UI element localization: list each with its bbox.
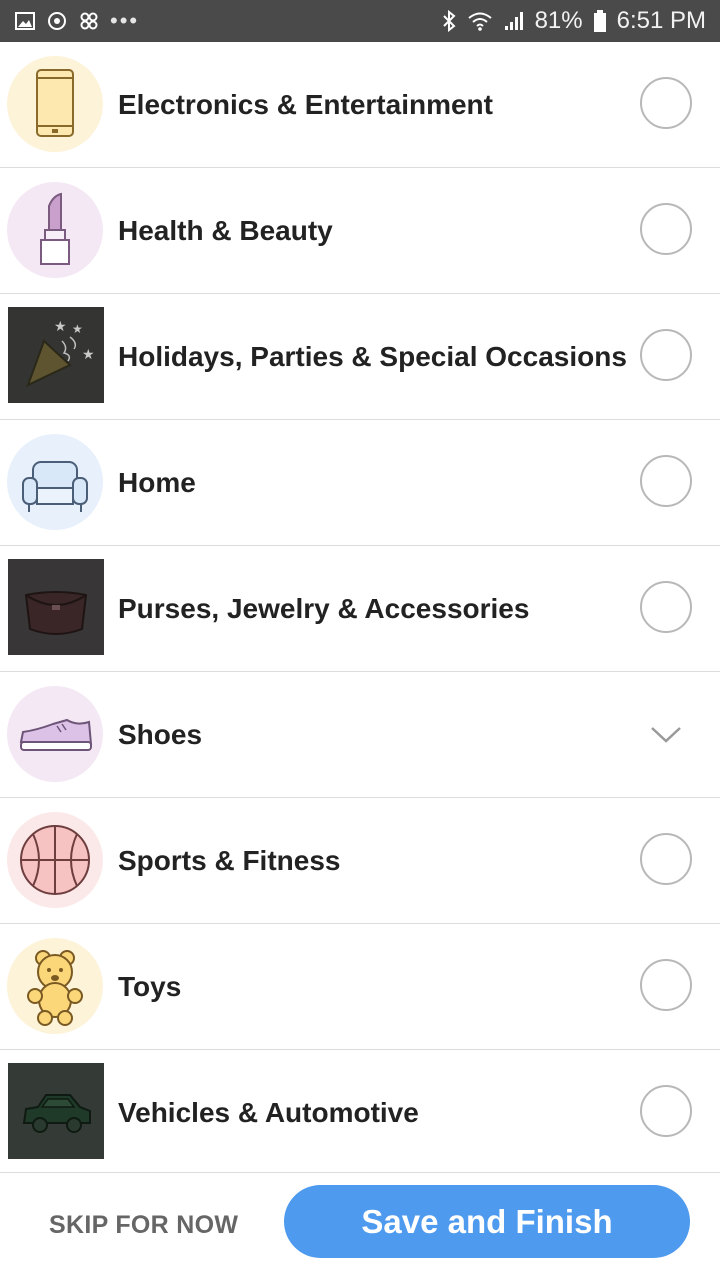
category-row-toys[interactable]: Toys bbox=[0, 924, 720, 1050]
category-label: Sports & Fitness bbox=[118, 845, 341, 876]
basketball-icon bbox=[7, 812, 103, 908]
sync-icon bbox=[48, 12, 66, 30]
category-row-shoes[interactable]: Shoes bbox=[0, 672, 720, 798]
footer-bar: SKIP FOR NOW Save and Finish bbox=[0, 1172, 720, 1281]
status-bar-right: 81% 6:51 PM bbox=[441, 7, 706, 35]
category-label: Health & Beauty bbox=[118, 215, 333, 246]
car-icon bbox=[8, 1063, 104, 1159]
select-radio[interactable] bbox=[640, 203, 692, 255]
category-row-sports[interactable]: Sports & Fitness bbox=[0, 798, 720, 924]
purse-icon bbox=[8, 559, 104, 655]
skip-for-now-button[interactable]: SKIP FOR NOW bbox=[49, 1173, 238, 1277]
select-radio[interactable] bbox=[640, 1085, 692, 1137]
category-label: Purses, Jewelry & Accessories bbox=[118, 593, 530, 624]
save-and-finish-button[interactable]: Save and Finish bbox=[284, 1185, 690, 1258]
category-label: Vehicles & Automotive bbox=[118, 1097, 419, 1128]
more-notifications-indicator: ••• bbox=[110, 8, 140, 33]
smartphone-icon bbox=[7, 56, 103, 152]
teddy-bear-icon bbox=[7, 938, 103, 1034]
svg-text:★: ★ bbox=[54, 319, 67, 335]
category-row-electronics[interactable]: Electronics & Entertainment bbox=[0, 42, 720, 168]
select-radio[interactable] bbox=[640, 581, 692, 633]
gallery-icon bbox=[15, 12, 35, 30]
armchair-icon bbox=[7, 434, 103, 530]
chevron-down-icon[interactable] bbox=[648, 716, 684, 752]
wifi-icon bbox=[467, 12, 492, 31]
party-popper-icon: ★ ★ ★ bbox=[8, 307, 104, 403]
status-bar-left: ••• bbox=[14, 8, 139, 34]
category-label: Shoes bbox=[118, 719, 203, 750]
select-radio[interactable] bbox=[640, 833, 692, 885]
lipstick-icon bbox=[7, 182, 103, 278]
category-label: Electronics & Entertainment bbox=[118, 89, 493, 120]
bluetooth-icon bbox=[442, 9, 456, 33]
select-radio[interactable] bbox=[640, 959, 692, 1011]
category-label: Toys bbox=[118, 971, 182, 1002]
battery-percentage: 81% bbox=[534, 7, 583, 34]
clock: 6:51 PM bbox=[616, 7, 706, 34]
select-radio[interactable] bbox=[640, 455, 692, 507]
signal-icon bbox=[504, 12, 523, 30]
category-label: Holidays, Parties & Special Occasions bbox=[118, 341, 627, 372]
category-row-health-beauty[interactable]: Health & Beauty bbox=[0, 168, 720, 294]
select-radio[interactable] bbox=[640, 329, 692, 381]
pinwheel-icon bbox=[80, 12, 98, 30]
svg-text:★: ★ bbox=[82, 347, 95, 363]
category-list: Electronics & Entertainment Health & Bea… bbox=[0, 42, 720, 1176]
category-row-home[interactable]: Home bbox=[0, 420, 720, 546]
status-bar: ••• 81% 6:51 PM bbox=[0, 0, 720, 42]
select-radio[interactable] bbox=[640, 77, 692, 129]
category-row-holidays[interactable]: ★ ★ ★ Holidays, Parties & Special Occasi… bbox=[0, 294, 720, 420]
battery-icon bbox=[593, 10, 606, 32]
category-row-vehicles[interactable]: Vehicles & Automotive bbox=[0, 1050, 720, 1176]
category-label: Home bbox=[118, 467, 196, 498]
svg-text:★: ★ bbox=[72, 322, 83, 336]
category-row-purses[interactable]: Purses, Jewelry & Accessories bbox=[0, 546, 720, 672]
sneaker-icon bbox=[7, 686, 103, 782]
